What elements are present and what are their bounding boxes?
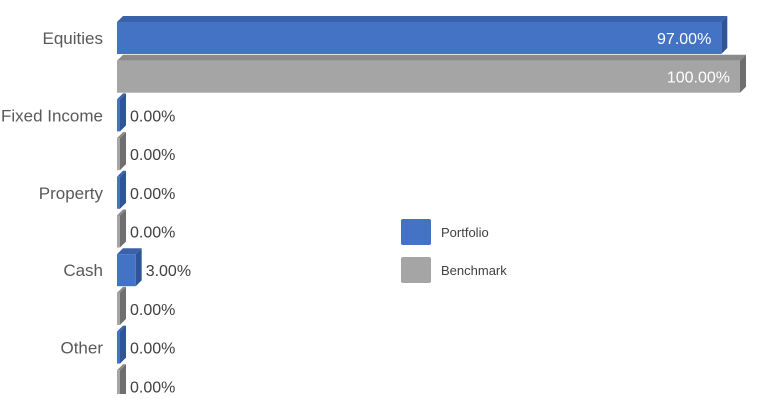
bar-side-face <box>120 93 126 132</box>
value-label-portfolio-fixed-income: 0.00% <box>130 108 175 125</box>
bar-portfolio-cash <box>117 248 142 287</box>
category-axis: Equities Fixed Income Property Cash Other <box>1 29 104 358</box>
bar-top-face <box>117 54 746 61</box>
value-label-portfolio-cash: 3.00% <box>146 263 191 280</box>
bars-layer <box>117 16 746 399</box>
category-label-fixed-income: Fixed Income <box>1 106 103 125</box>
bar-benchmark-cash <box>117 286 126 325</box>
bar-front-face <box>117 254 136 287</box>
bar-side-face <box>120 286 126 325</box>
bar-front-face <box>117 292 120 325</box>
bar-front-face <box>117 60 740 93</box>
category-label-equities: Equities <box>43 29 103 48</box>
value-label-benchmark-equities: 100.00% <box>667 70 730 87</box>
legend: Portfolio Benchmark <box>401 219 507 283</box>
bar-side-face <box>740 54 746 93</box>
bar-front-face <box>117 176 120 209</box>
value-label-portfolio-equities: 97.00% <box>657 31 711 48</box>
bar-side-face <box>120 325 126 364</box>
legend-label-portfolio: Portfolio <box>441 225 489 240</box>
bar-front-face <box>117 331 120 364</box>
bar-portfolio-other <box>117 325 126 364</box>
value-label-benchmark-other: 0.00% <box>130 379 175 394</box>
bar-benchmark-other <box>117 364 126 399</box>
bar-front-face <box>117 138 120 171</box>
bar-front-face <box>117 22 722 54</box>
allocation-chart: 97.00% 100.00% 0.00% 0.00% 0.00% 0.00% 3.00% 0.… <box>0 0 771 399</box>
legend-item-portfolio: Portfolio <box>401 219 489 245</box>
bar-front-face <box>117 99 120 132</box>
value-label-benchmark-cash: 0.00% <box>130 302 175 319</box>
bar-side-face <box>721 16 728 54</box>
value-label-portfolio-property: 0.00% <box>130 186 175 203</box>
bar-benchmark-equities <box>117 54 746 93</box>
value-label-benchmark-property: 0.00% <box>130 225 175 242</box>
bar-portfolio-equities <box>117 16 728 54</box>
bar-side-face <box>120 132 126 171</box>
bar-benchmark-property <box>117 209 126 248</box>
bar-side-face <box>135 248 142 287</box>
legend-item-benchmark: Benchmark <box>401 257 507 283</box>
chart-canvas: 97.00% 100.00% 0.00% 0.00% 0.00% 0.00% 3.00% 0.… <box>1 16 746 399</box>
category-label-property: Property <box>39 184 104 203</box>
bar-portfolio-property <box>117 170 126 209</box>
bar-front-face <box>117 370 120 399</box>
category-label-other: Other <box>60 339 103 358</box>
legend-swatch-benchmark <box>401 257 431 283</box>
legend-swatch-portfolio <box>401 219 431 245</box>
bar-side-face <box>120 170 126 209</box>
bar-portfolio-fixed-income <box>117 93 126 132</box>
bar-top-face <box>117 16 728 22</box>
legend-label-benchmark: Benchmark <box>441 263 507 278</box>
category-label-cash: Cash <box>63 261 103 280</box>
bar-front-face <box>117 215 120 248</box>
bar-benchmark-fixed-income <box>117 132 126 171</box>
value-label-portfolio-other: 0.00% <box>130 341 175 358</box>
value-label-benchmark-fixed-income: 0.00% <box>130 147 175 164</box>
bar-side-face <box>120 209 126 248</box>
